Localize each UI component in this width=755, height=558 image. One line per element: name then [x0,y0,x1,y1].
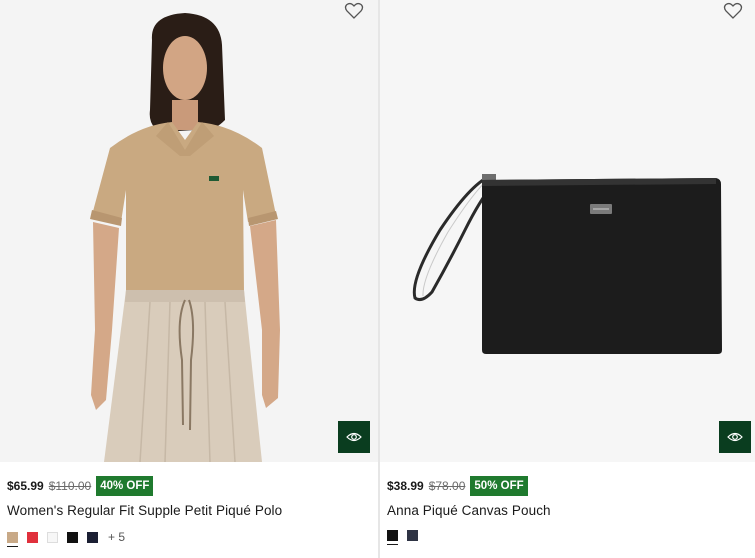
polo-model-photo [0,0,378,462]
product-grid: $65.99 $110.00 40% OFF Women's Regular F… [0,0,755,558]
discount-badge: 50% OFF [470,476,528,496]
product-card[interactable]: $38.99 $78.00 50% OFF Anna Piqué Canvas … [380,0,755,558]
color-swatch-black[interactable] [67,531,78,543]
sale-price: $38.99 [387,479,424,493]
original-price: $110.00 [48,479,92,493]
sale-price: $65.99 [7,479,44,493]
price-row: $65.99 $110.00 40% OFF [7,475,370,497]
discount-badge: 40% OFF [96,476,154,496]
heart-outline-icon[interactable] [723,2,743,20]
product-card[interactable]: $65.99 $110.00 40% OFF Women's Regular F… [0,0,378,558]
price-row: $38.99 $78.00 50% OFF [387,475,747,497]
eye-icon [727,432,743,442]
color-swatch-red[interactable] [27,531,38,543]
color-swatches [387,530,427,545]
pouch-photo [380,0,755,462]
product-image[interactable] [380,0,755,462]
product-info: $65.99 $110.00 40% OFF Women's Regular F… [7,475,370,518]
color-swatch-black[interactable] [387,530,398,545]
color-swatch-white[interactable] [47,531,58,543]
quick-view-button[interactable] [719,421,751,453]
product-info: $38.99 $78.00 50% OFF Anna Piqué Canvas … [387,475,747,518]
original-price: $78.00 [428,479,466,493]
product-name[interactable]: Anna Piqué Canvas Pouch [387,503,747,518]
product-image[interactable] [0,0,378,462]
quick-view-button[interactable] [338,421,370,453]
heart-outline-icon[interactable] [344,2,364,20]
eye-icon [346,432,362,442]
product-name[interactable]: Women's Regular Fit Supple Petit Piqué P… [7,503,370,518]
color-swatch-navy[interactable] [87,531,98,543]
more-colors-link[interactable]: + 5 [108,530,125,544]
color-swatch-tan[interactable] [7,531,18,547]
color-swatches: + 5 [7,530,125,547]
color-swatch-navy[interactable] [407,530,418,541]
